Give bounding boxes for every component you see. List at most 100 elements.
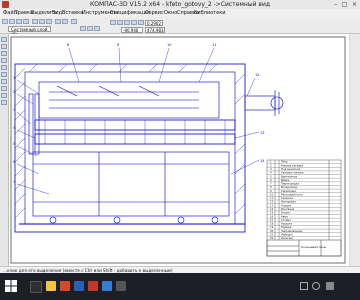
- grid-icon[interactable]: [94, 26, 100, 31]
- parametric-tool-icon[interactable]: [1, 65, 7, 70]
- menu-bar: Файл Правка Выделить Вид Вставка Инструм…: [0, 9, 360, 17]
- minimize-icon[interactable]: –: [331, 1, 340, 8]
- spec-row-label: Под выкатной: [281, 167, 301, 171]
- layer-select[interactable]: Системный слой (0): [8, 26, 51, 37]
- geometry-tool-icon[interactable]: [1, 37, 7, 42]
- spec-row-number: 19: [270, 225, 274, 229]
- callout-number: 4: [13, 126, 16, 130]
- scale-field[interactable]: 0.2902: [145, 20, 163, 26]
- annotation-tool-icon[interactable]: [1, 51, 7, 56]
- zoom-window-icon[interactable]: [124, 20, 130, 25]
- callout-number: 1: [13, 76, 15, 80]
- new-file-icon[interactable]: [2, 19, 8, 24]
- pan-icon[interactable]: [131, 20, 137, 25]
- spec-row-label: Привод: [281, 225, 291, 229]
- menu-spec[interactable]: Спецификация: [110, 10, 150, 16]
- spec-row-number: 13: [270, 203, 274, 207]
- spec-row-number: 21: [270, 232, 274, 236]
- window-title: КОМПАС-3D V15.2 x64 - kfeto_gotovy_2 ->С…: [90, 1, 270, 8]
- spec-row-label: Лебедка: [281, 232, 293, 236]
- zoom-out-icon[interactable]: [117, 20, 123, 25]
- spec-row-number: 4: [270, 171, 272, 175]
- paste-icon[interactable]: [46, 19, 52, 24]
- spec-row-number: 6: [270, 178, 272, 182]
- edit-tool-icon[interactable]: [1, 58, 7, 63]
- spec-row-label: Термопара: [281, 189, 296, 193]
- close-icon[interactable]: ×: [350, 1, 359, 8]
- help-icon[interactable]: [71, 19, 77, 24]
- spec-row-number: 18: [270, 222, 274, 226]
- cad-drawing: Печь 1 Камера нагрева 2 Под выкатной 3 Газовая…: [10, 36, 346, 264]
- select-tool-icon[interactable]: [1, 79, 7, 84]
- chrome-taskbar-icon[interactable]: [60, 281, 70, 291]
- network-icon[interactable]: [326, 282, 334, 290]
- spec-row-number: 8: [270, 185, 272, 189]
- kompas-taskbar-icon[interactable]: [88, 281, 98, 291]
- taskbar: [0, 273, 360, 300]
- menu-insert[interactable]: Вставка: [62, 10, 83, 16]
- spec-row-number: 22: [270, 236, 274, 240]
- spec-row-label: Опора: [281, 211, 290, 215]
- redo-icon[interactable]: [62, 19, 68, 24]
- spec-row-label: Камера нагрева: [281, 163, 303, 167]
- toolbar: [0, 17, 360, 34]
- report-tool-icon[interactable]: [1, 93, 7, 98]
- app-taskbar-icon[interactable]: [102, 281, 112, 291]
- menu-service[interactable]: Сервис: [145, 10, 164, 16]
- callout-number: 13: [260, 131, 264, 135]
- app2-taskbar-icon[interactable]: [116, 281, 126, 291]
- menu-view[interactable]: Вид: [52, 10, 62, 16]
- coord-x-field[interactable]: -90.946: [121, 27, 143, 33]
- spec-row-label: Рельсовый путь: [281, 192, 303, 196]
- copy-icon[interactable]: [39, 19, 45, 24]
- spec-row-number: 10: [270, 192, 274, 196]
- spec-row-label: Газовая горелка: [281, 171, 304, 175]
- spec-row-number: 11: [270, 196, 274, 200]
- snap-icon[interactable]: [80, 26, 86, 31]
- print-icon[interactable]: [23, 19, 29, 24]
- spec-tool-icon[interactable]: [1, 86, 7, 91]
- spec-row-label: Вентилятор: [281, 174, 298, 178]
- spec-row-number: 16: [270, 214, 274, 218]
- vertical-scrollbar[interactable]: [350, 34, 360, 266]
- spec-row-label: Кладка: [281, 203, 291, 207]
- zoom-in-icon[interactable]: [110, 20, 116, 25]
- refresh-icon[interactable]: [138, 20, 144, 25]
- save-icon[interactable]: [16, 19, 22, 24]
- menu-window[interactable]: Окно: [164, 10, 177, 16]
- spec-row-label: Дверь: [281, 178, 290, 182]
- volume-icon[interactable]: [312, 282, 320, 290]
- word-taskbar-icon[interactable]: [74, 281, 84, 291]
- spec-row-label: Тележка: [281, 196, 293, 200]
- menu-libraries[interactable]: Библиотеки: [194, 10, 226, 16]
- spec-row-label: Футеровка: [281, 200, 296, 204]
- open-icon[interactable]: [9, 19, 15, 24]
- drawing-canvas[interactable]: Печь 1 Камера нагрева 2 Под выкатной 3 Газовая…: [9, 34, 349, 266]
- explorer-taskbar-icon[interactable]: [46, 281, 56, 291]
- spec-row-label: Стойка: [281, 218, 291, 222]
- spec-row-number: 15: [270, 211, 274, 215]
- cut-icon[interactable]: [32, 19, 38, 24]
- maximize-icon[interactable]: □: [340, 1, 349, 8]
- spec-row-label: Крышка: [281, 222, 292, 226]
- spec-row-number: 14: [270, 207, 274, 211]
- coord-y-field[interactable]: 474.983: [145, 27, 165, 33]
- callout-number: 10: [167, 43, 171, 47]
- callout-number: 7: [13, 180, 15, 184]
- spec-row-label: Перегородка: [281, 182, 299, 186]
- windows-start-icon[interactable]: [5, 280, 17, 292]
- measure-tool-icon[interactable]: [1, 72, 7, 77]
- ortho-icon[interactable]: [87, 26, 93, 31]
- spec-row-number: 3: [270, 167, 272, 171]
- undo-icon[interactable]: [55, 19, 61, 24]
- spec-row-number: 7: [270, 182, 272, 186]
- tray-icon[interactable]: [300, 282, 308, 290]
- dimensions-tool-icon[interactable]: [1, 44, 7, 49]
- search-taskbar-icon[interactable]: [30, 281, 42, 293]
- stamp-title: Кольцевая печь: [301, 245, 326, 249]
- spec-row-label: Рольганг: [281, 236, 294, 240]
- insert-tool-icon[interactable]: [1, 100, 7, 105]
- spec-row-number: 17: [270, 218, 274, 222]
- callout-number: 2: [13, 90, 15, 94]
- callout-number: 11: [212, 43, 216, 47]
